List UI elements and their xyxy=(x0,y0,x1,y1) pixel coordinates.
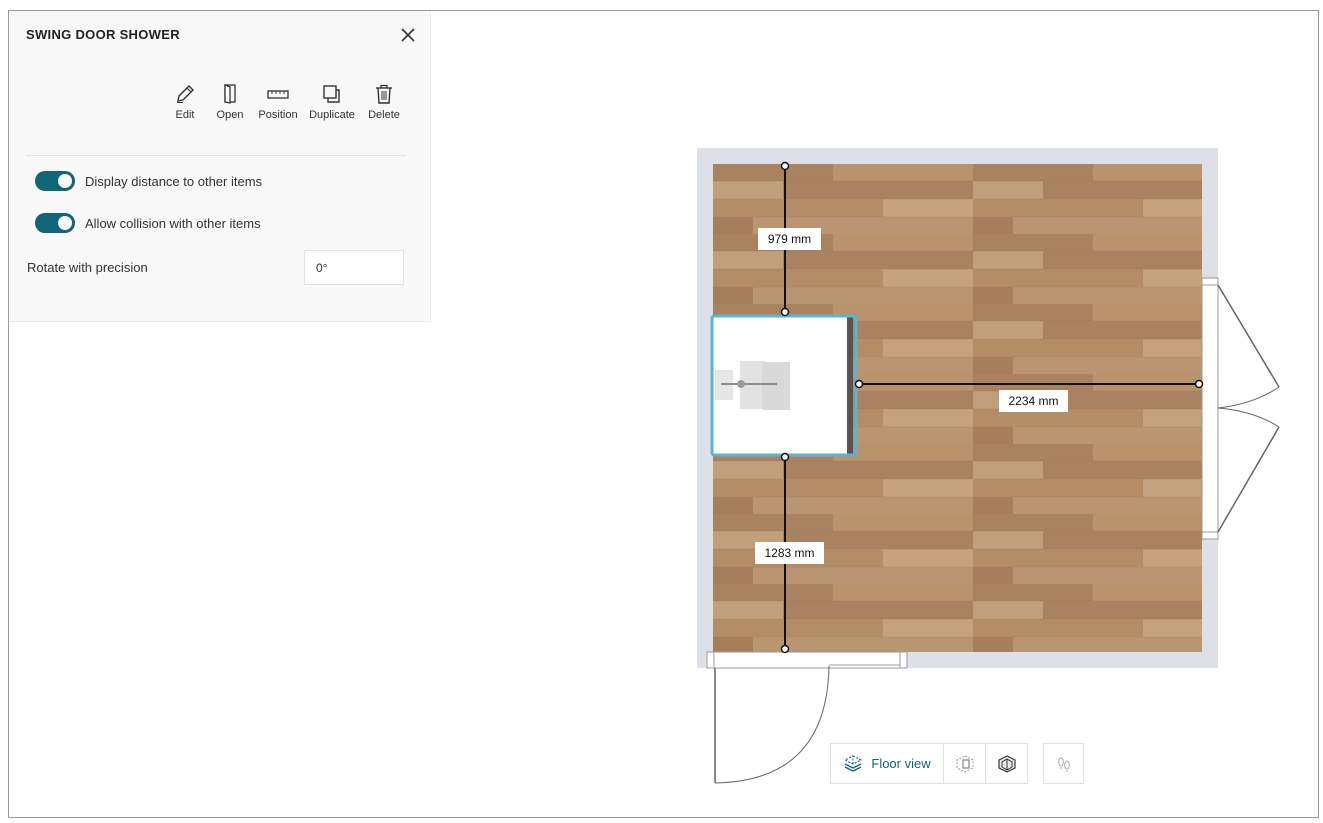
display-distance-toggle[interactable] xyxy=(35,171,75,191)
panel-title: SWING DOOR SHOWER xyxy=(26,27,180,42)
position-label: Position xyxy=(258,109,298,121)
duplicate-button[interactable]: Duplicate xyxy=(305,83,359,121)
rotate-precision-input[interactable] xyxy=(304,250,404,285)
edit-label: Edit xyxy=(175,109,195,121)
display-distance-label: Display distance to other items xyxy=(85,173,263,189)
close-icon[interactable] xyxy=(399,26,417,44)
solid-3d-icon xyxy=(997,754,1016,773)
duplicate-icon xyxy=(323,85,340,103)
pencil-icon xyxy=(177,85,194,103)
walk-mode-button[interactable] xyxy=(1043,743,1084,784)
allow-collision-label: Allow collision with other items xyxy=(85,215,261,231)
display-distance-row: Display distance to other items xyxy=(35,170,262,192)
view-toolbar: Floor view xyxy=(830,743,1028,784)
planner-canvas[interactable]: 979 mm 2234 mm 1283 mm SWING DOOR SHOWER… xyxy=(8,10,1319,818)
duplicate-label: Duplicate xyxy=(309,109,355,121)
door-open-icon xyxy=(224,84,236,104)
swing-door-shower[interactable] xyxy=(710,314,858,457)
wireframe-3d-icon xyxy=(956,754,973,773)
item-properties-panel: SWING DOOR SHOWER Edit Open Position Dup… xyxy=(9,11,431,322)
delete-label: Delete xyxy=(368,109,400,121)
dimension-label-top: 979 mm xyxy=(758,228,821,250)
position-button[interactable]: Position xyxy=(251,83,305,121)
ruler-icon xyxy=(267,90,289,99)
floor-view-label: Floor view xyxy=(871,756,931,771)
allow-collision-toggle[interactable] xyxy=(35,213,75,233)
dimension-label-bottom: 1283 mm xyxy=(755,542,824,564)
delete-button[interactable]: Delete xyxy=(357,83,411,121)
walk-icon xyxy=(1057,757,1070,771)
open-button[interactable]: Open xyxy=(203,83,257,121)
rotate-precision-label: Rotate with precision xyxy=(27,260,148,275)
double-door-right[interactable] xyxy=(1201,277,1280,540)
floor-view-button[interactable]: Floor view xyxy=(831,744,943,783)
trash-icon xyxy=(376,84,392,104)
panel-divider xyxy=(26,155,406,156)
open-label: Open xyxy=(216,109,244,121)
allow-collision-row: Allow collision with other items xyxy=(35,212,261,234)
dimension-label-right: 2234 mm xyxy=(999,390,1068,412)
floor-view-icon xyxy=(844,754,863,772)
3d-solid-button[interactable] xyxy=(985,744,1027,783)
3d-wireframe-button[interactable] xyxy=(943,744,985,783)
